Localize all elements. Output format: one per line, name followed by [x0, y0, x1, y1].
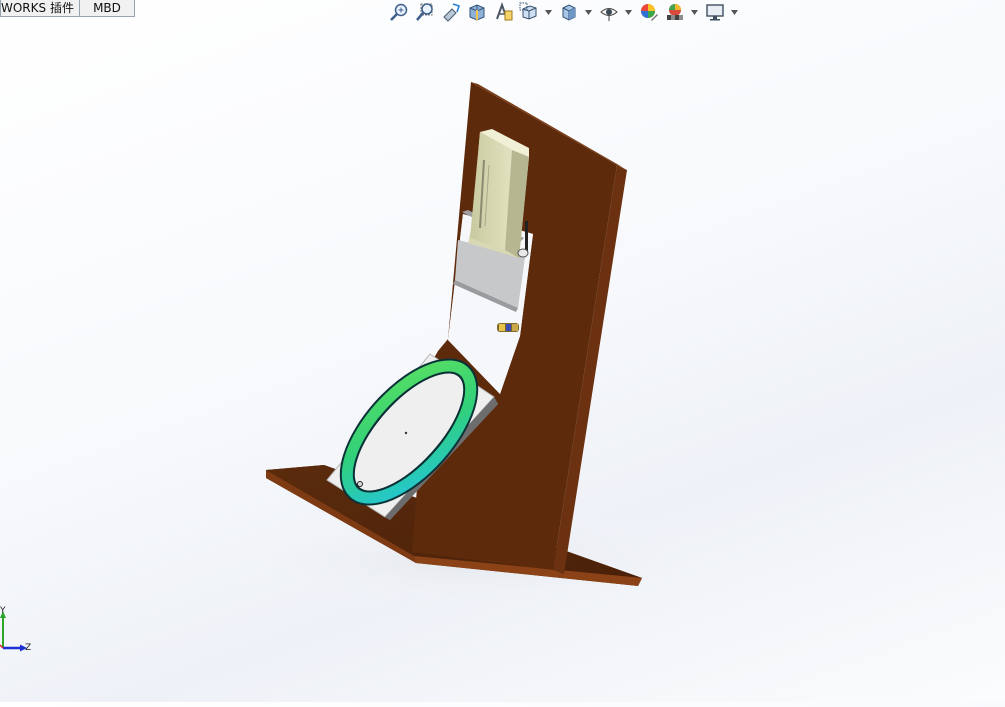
reference-triad: Y Z	[0, 600, 40, 660]
dynamic-annotation-view-icon[interactable]	[492, 1, 514, 23]
display-style-icon[interactable]	[558, 1, 580, 23]
triad-z-label: Z	[25, 643, 32, 653]
view-settings-dropdown-icon[interactable]	[730, 1, 738, 23]
tab-mbd[interactable]: MBD	[80, 0, 135, 17]
previous-view-icon[interactable]	[440, 1, 462, 23]
command-manager-tabs: WORKS 插件 MBD	[0, 0, 135, 17]
view-orientation-icon[interactable]	[518, 1, 540, 23]
zoom-to-fit-icon[interactable]	[388, 1, 410, 23]
zoom-to-area-icon[interactable]	[414, 1, 436, 23]
apply-scene-dropdown-icon[interactable]	[690, 1, 698, 23]
ring-fastener	[357, 481, 363, 487]
tab-solidworks-addins[interactable]: WORKS 插件	[0, 0, 80, 17]
hide-show-dropdown-icon[interactable]	[624, 1, 632, 23]
section-view-icon[interactable]	[466, 1, 488, 23]
hide-show-items-icon[interactable]	[598, 1, 620, 23]
triad-axes-icon	[0, 611, 27, 652]
view-settings-icon[interactable]	[704, 1, 726, 23]
edit-appearance-icon[interactable]	[638, 1, 660, 23]
view-orientation-dropdown-icon[interactable]	[544, 1, 552, 23]
display-style-dropdown-icon[interactable]	[584, 1, 592, 23]
model-view[interactable]	[0, 0, 1005, 702]
apply-scene-icon[interactable]	[664, 1, 686, 23]
heads-up-view-toolbar	[388, 1, 744, 23]
plate-center-mark	[404, 431, 408, 435]
graphics-viewport[interactable]	[0, 0, 1005, 702]
triad-y-label: Y	[0, 606, 6, 616]
sensor-component[interactable]	[497, 323, 519, 332]
